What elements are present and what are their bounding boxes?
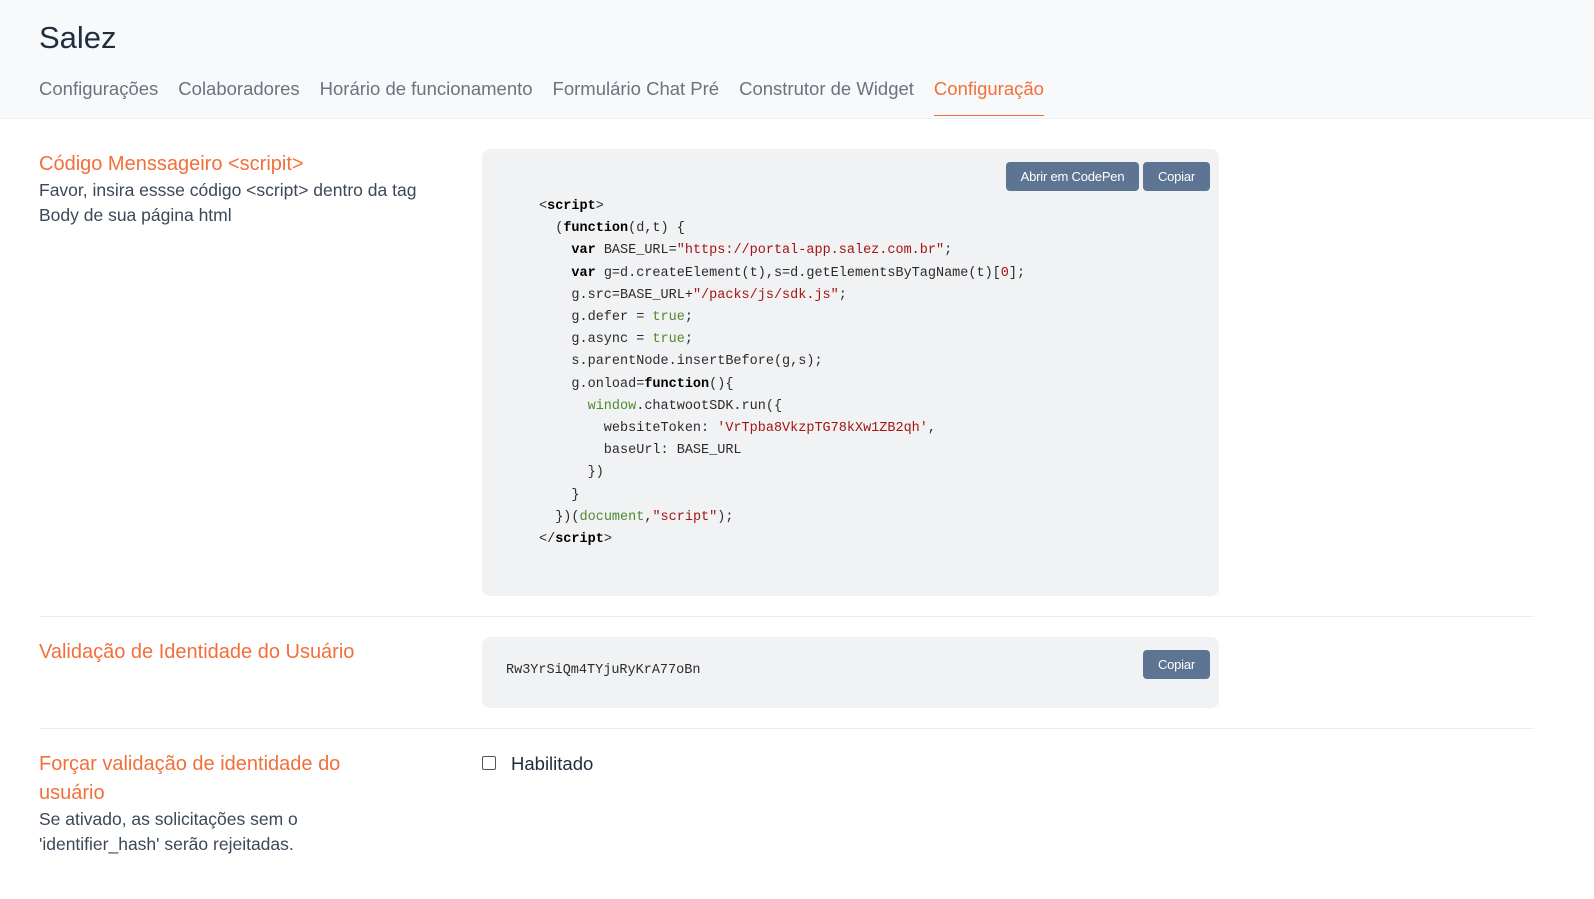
copy-token-button[interactable]: Copiar [1143,650,1210,679]
website-token-value: VrTpba8VkzpTG78kXw1ZB2qh [725,421,920,437]
hmac-token-value: Rw3YrSiQm4TYjuRyKrA77oBn [506,663,701,678]
enforce-validation-title: Forçar validação de identidade do usuári… [39,753,341,804]
tab-formulario-chat-pre[interactable]: Formulário Chat Pré [553,78,720,116]
page-title: Salez [39,20,117,55]
messenger-script-code: <script> (function(d,t) { var BASE_URL="… [539,199,1026,548]
hmac-token-block: Rw3YrSiQm4TYjuRyKrA77oBn Copiar [482,637,1219,708]
tab-construtor-widget[interactable]: Construtor de Widget [739,78,914,116]
open-codepen-button[interactable]: Abrir em CodePen [1006,162,1139,191]
messenger-code-block: Abrir em CodePen Copiar <script> (functi… [482,149,1219,596]
enforce-validation-checkbox-label[interactable]: Habilitado [511,753,593,775]
messenger-script-title: Código Menssageiro <scripit> [39,153,304,175]
tab-configuracoes[interactable]: Configurações [39,78,158,116]
tab-horario-funcionamento[interactable]: Horário de funcionamento [320,78,533,116]
identity-validation-title: Validação de Identidade do Usuário [39,641,355,663]
base-url-value: https://portal-app.salez.com.br [684,243,936,259]
enforce-validation-description: Se ativado, as solicitações sem o 'ident… [39,809,298,854]
messenger-script-description: Favor, insira essse código <script> dent… [39,180,417,225]
tab-colaboradores[interactable]: Colaboradores [178,78,299,116]
page-header: Salez Configurações Colaboradores Horári… [0,0,1594,119]
tab-configuracao[interactable]: Configuração [933,78,1044,116]
section-divider [39,616,1534,617]
settings-tabs: Configurações Colaboradores Horário de f… [39,78,1064,116]
section-divider [39,728,1534,729]
enforce-validation-checkbox[interactable] [482,756,496,770]
copy-script-button[interactable]: Copiar [1143,162,1210,191]
